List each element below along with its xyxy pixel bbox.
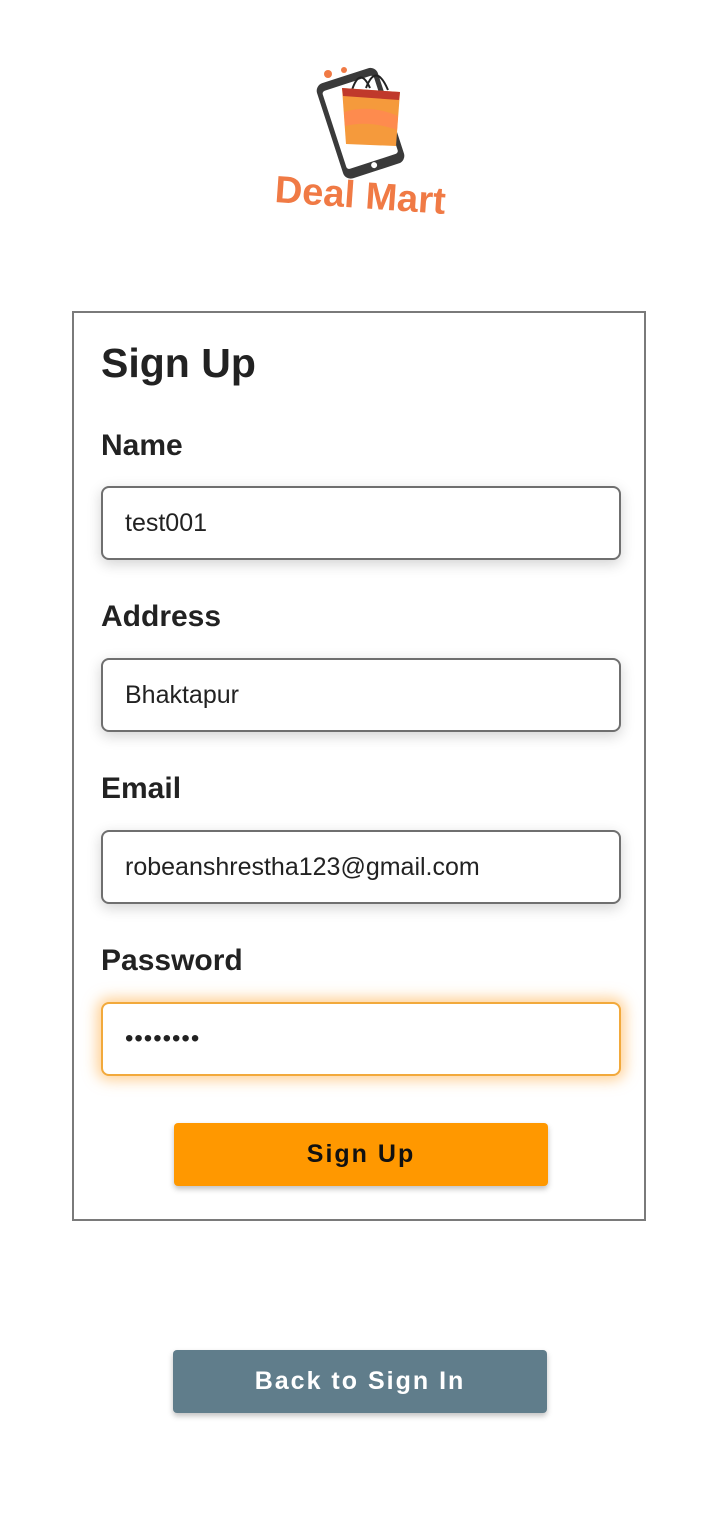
back-to-sign-in-button[interactable]: Back to Sign In bbox=[173, 1350, 547, 1413]
sign-up-button[interactable]: Sign Up bbox=[174, 1123, 548, 1186]
address-input[interactable] bbox=[101, 658, 621, 732]
email-input[interactable] bbox=[101, 830, 621, 904]
name-input[interactable] bbox=[101, 486, 621, 560]
brand-name-text: Deal Mart bbox=[273, 169, 447, 220]
page-title: Sign Up bbox=[101, 340, 256, 386]
phone-shopping-bag-icon: Deal Mart bbox=[273, 67, 447, 220]
password-label: Password bbox=[101, 944, 243, 977]
password-input[interactable] bbox=[101, 1002, 621, 1076]
email-label: Email bbox=[101, 772, 182, 805]
name-label: Name bbox=[101, 429, 183, 462]
deal-mart-logo: Deal Mart bbox=[270, 60, 450, 220]
address-label: Address bbox=[101, 600, 222, 633]
signup-card: Sign Up Name Address Email Password Sign… bbox=[72, 311, 646, 1221]
